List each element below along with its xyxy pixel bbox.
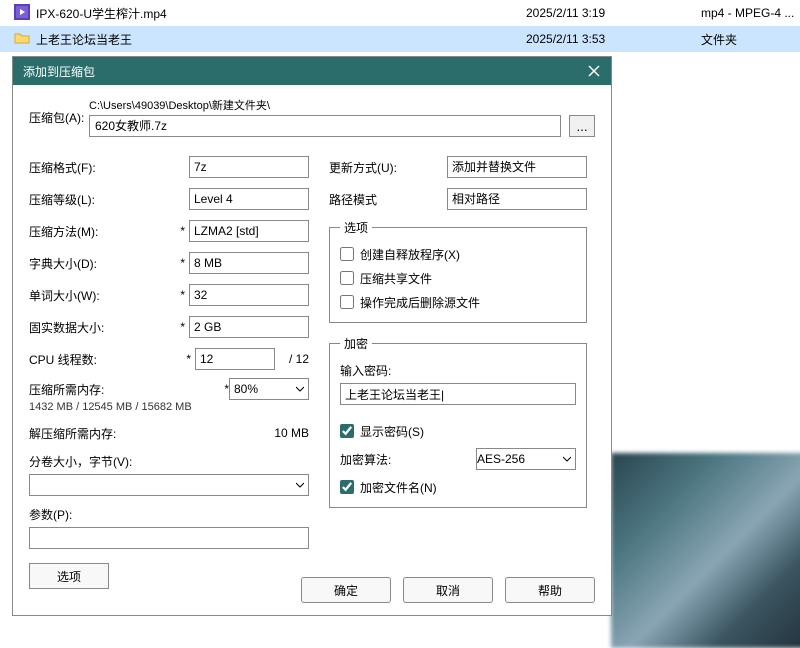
format-select[interactable]: 7z [189, 156, 309, 178]
password-label: 输入密码: [340, 362, 576, 379]
word-label: 单词大小(W): [29, 287, 180, 304]
password-input[interactable] [340, 383, 576, 405]
mem-percent-select[interactable]: 80% [229, 378, 309, 400]
sfx-checkbox[interactable] [340, 247, 354, 261]
dialog-title: 添加到压缩包 [23, 63, 577, 80]
shared-checkbox[interactable] [340, 271, 354, 285]
sfx-label: 创建自释放程序(X) [360, 246, 460, 263]
archive-label: 压缩包(A): [29, 109, 89, 126]
archive-dir: C:\Users\49039\Desktop\新建文件夹\ [89, 97, 595, 113]
file-type: mp4 - MPEG-4 ... [701, 6, 794, 20]
folder-icon [14, 30, 30, 49]
file-name: 上老王论坛当老王 [36, 31, 526, 48]
show-password-label: 显示密码(S) [360, 423, 424, 440]
update-select[interactable]: 添加并替换文件 [447, 156, 587, 178]
file-explorer: IPX-620-U学生榨汁.mp4 2025/2/11 3:19 mp4 - M… [0, 0, 800, 52]
encryption-legend: 加密 [340, 335, 372, 352]
show-password-checkbox[interactable] [340, 424, 354, 438]
mem-comp-label: 压缩所需内存: [29, 381, 224, 398]
encrypt-name-label: 加密文件名(N) [360, 479, 437, 496]
encryption-fieldset: 加密 输入密码: 显示密码(S) 加密算法:AES-256 加密文件名(N) [329, 335, 587, 508]
solid-label: 固实数据大小: [29, 319, 180, 336]
pathmode-label: 路径模式 [329, 191, 447, 208]
method-select[interactable]: LZMA2 [std] [189, 220, 309, 242]
pathmode-select[interactable]: 相对路径 [447, 188, 587, 210]
enc-alg-label: 加密算法: [340, 451, 476, 468]
word-select[interactable]: 32 [189, 284, 309, 306]
cpu-label: CPU 线程数: [29, 351, 186, 368]
enc-alg-select[interactable]: AES-256 [476, 448, 576, 470]
dialog-titlebar[interactable]: 添加到压缩包 [13, 57, 611, 85]
mem-comp-detail: 1432 MB / 12545 MB / 15682 MB [29, 401, 309, 413]
encrypt-name-checkbox[interactable] [340, 480, 354, 494]
cpu-total: / 12 [281, 352, 309, 366]
update-label: 更新方式(U): [329, 159, 447, 176]
params-input[interactable] [29, 527, 309, 549]
file-date: 2025/2/11 3:19 [526, 6, 701, 20]
level-label: 压缩等级(L): [29, 191, 189, 208]
mem-decomp-value: 10 MB [189, 426, 309, 440]
file-row[interactable]: IPX-620-U学生榨汁.mp4 2025/2/11 3:19 mp4 - M… [0, 0, 800, 26]
compress-dialog: 添加到压缩包 压缩包(A): C:\Users\49039\Desktop\新建… [12, 56, 612, 616]
browse-button[interactable]: ... [569, 115, 595, 137]
options-fieldset: 选项 创建自释放程序(X) 压缩共享文件 操作完成后删除源文件 [329, 219, 587, 323]
dict-label: 字典大小(D): [29, 255, 180, 272]
params-label: 参数(P): [29, 506, 309, 523]
video-thumbnail [611, 453, 800, 648]
dict-select[interactable]: 8 MB [189, 252, 309, 274]
cpu-select[interactable]: 12 [195, 348, 275, 370]
video-file-icon [14, 4, 30, 23]
cancel-button[interactable]: 取消 [403, 577, 493, 603]
level-select[interactable]: Level 4 [189, 188, 309, 210]
split-label: 分卷大小，字节(V): [29, 453, 309, 470]
options-legend: 选项 [340, 219, 372, 236]
split-input[interactable] [29, 474, 309, 496]
file-name: IPX-620-U学生榨汁.mp4 [36, 5, 526, 22]
close-icon [588, 65, 600, 77]
solid-select[interactable]: 2 GB [189, 316, 309, 338]
delete-label: 操作完成后删除源文件 [360, 294, 480, 311]
shared-label: 压缩共享文件 [360, 270, 432, 287]
format-label: 压缩格式(F): [29, 159, 189, 176]
file-type: 文件夹 [701, 31, 737, 48]
file-date: 2025/2/11 3:53 [526, 32, 701, 46]
close-button[interactable] [577, 57, 611, 85]
mem-decomp-label: 解压缩所需内存: [29, 425, 189, 442]
method-label: 压缩方法(M): [29, 223, 180, 240]
archive-name-input[interactable]: 620女教师.7z [89, 115, 561, 137]
file-row[interactable]: 上老王论坛当老王 2025/2/11 3:53 文件夹 [0, 26, 800, 52]
help-button[interactable]: 帮助 [505, 577, 595, 603]
delete-checkbox[interactable] [340, 295, 354, 309]
ok-button[interactable]: 确定 [301, 577, 391, 603]
